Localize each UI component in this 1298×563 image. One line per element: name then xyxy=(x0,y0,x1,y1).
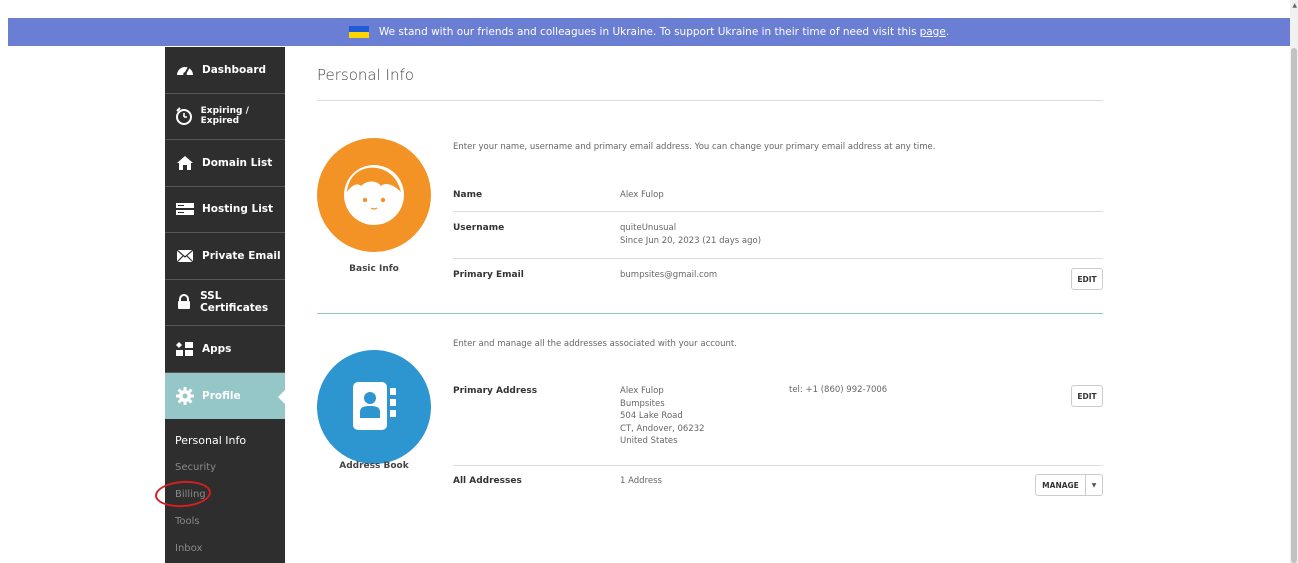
banner-end: . xyxy=(945,26,950,38)
gauge-icon xyxy=(174,61,196,79)
lock-icon xyxy=(174,293,194,311)
sidebar-item-expiring[interactable]: Expiring / Expired xyxy=(165,94,285,140)
all-addresses-row: All Addresses 1 Address MANAGE ▼ xyxy=(453,466,1103,506)
basic-info-description: Enter your name, username and primary em… xyxy=(453,142,936,152)
server-icon xyxy=(174,200,196,218)
sidebar-item-domain-list[interactable]: Domain List xyxy=(165,140,285,187)
primary-email-label: Primary Email xyxy=(453,270,524,280)
edit-address-button[interactable]: EDIT xyxy=(1071,385,1103,407)
edit-basic-info-button[interactable]: EDIT xyxy=(1071,268,1103,290)
scroll-up-icon[interactable]: ▲ xyxy=(1292,2,1297,9)
profile-subnav: Personal Info Security Billing Tools Inb… xyxy=(165,419,285,562)
address-line: 504 Lake Road xyxy=(620,411,683,421)
sidebar-item-label: Expiring / Expired xyxy=(200,106,249,127)
manage-addresses-button[interactable]: MANAGE xyxy=(1036,475,1086,495)
chevron-down-icon[interactable]: ▼ xyxy=(1086,475,1102,495)
sidebar: Dashboard Expiring / Expired Domain List… xyxy=(165,47,286,563)
sidebar-item-hosting-list[interactable]: Hosting List xyxy=(165,187,285,233)
address-book-description: Enter and manage all the addresses assoc… xyxy=(453,339,737,349)
primary-address-label: Primary Address xyxy=(453,386,538,396)
name-row: Name Alex Fulop xyxy=(453,183,1103,212)
timer-icon xyxy=(174,107,195,126)
primary-address-phone: tel: +1 (860) 992-7006 xyxy=(789,385,888,395)
name-value: Alex Fulop xyxy=(620,190,664,200)
username-text: quiteUnusual xyxy=(620,223,677,233)
address-line: Alex Fulop xyxy=(620,386,664,396)
house-icon xyxy=(174,154,196,172)
address-line: Bumpsites xyxy=(620,398,665,409)
sidebar-item-label: Dashboard xyxy=(202,63,267,76)
address-book-avatar xyxy=(317,350,431,464)
address-book-icon xyxy=(353,382,396,430)
basic-info-label: Basic Info xyxy=(349,264,399,274)
address-book-section: Address Book Enter and manage all the ad… xyxy=(317,314,1103,514)
gear-icon xyxy=(174,386,196,405)
face-icon xyxy=(344,165,404,225)
sidebar-item-label: Domain List xyxy=(202,156,273,169)
manage-addresses-button-group: MANAGE ▼ xyxy=(1035,474,1103,496)
primary-email-value: bumpsites@gmail.com xyxy=(620,270,718,280)
sidebar-item-label: SSL Certificates xyxy=(200,290,269,315)
sidebar-item-apps[interactable]: Apps xyxy=(165,326,285,373)
banner-text: We stand with our friends and colleagues… xyxy=(378,26,917,38)
primary-address-value: Alex Fulop Bumpsites 504 Lake Road CT, A… xyxy=(620,385,705,448)
address-line: CT, Andover, 06232 xyxy=(620,423,705,434)
apps-icon xyxy=(174,340,196,358)
all-addresses-value: 1 Address xyxy=(620,476,662,486)
envelope-icon xyxy=(174,247,196,265)
page-title: Personal Info xyxy=(317,66,414,84)
sidebar-item-label: Private Email xyxy=(202,249,281,262)
ukraine-banner: We stand with our friends and colleagues… xyxy=(8,18,1290,46)
username-row: Username quiteUnusual Since Jun 20, 2023… xyxy=(453,212,1103,259)
sidebar-item-label: Profile xyxy=(202,389,241,402)
all-addresses-label: All Addresses xyxy=(453,476,522,486)
sidebar-item-dashboard[interactable]: Dashboard xyxy=(165,47,285,94)
username-value: quiteUnusual Since Jun 20, 2023 (21 days… xyxy=(620,222,761,247)
subnav-security[interactable]: Security xyxy=(165,454,285,481)
sidebar-item-private-email[interactable]: Private Email xyxy=(165,233,285,280)
subnav-billing[interactable]: Billing xyxy=(165,481,285,508)
username-label: Username xyxy=(453,223,505,233)
primary-address-row: Primary Address Alex Fulop Bumpsites 504… xyxy=(453,380,1103,466)
sidebar-item-label: Hosting List xyxy=(202,203,274,216)
sidebar-item-label: Apps xyxy=(202,342,232,355)
primary-email-row: Primary Email bumpsites@gmail.com EDIT xyxy=(453,259,1103,313)
ukraine-flag-icon xyxy=(348,26,369,38)
subnav-tools[interactable]: Tools xyxy=(165,508,285,535)
sidebar-item-profile[interactable]: Profile xyxy=(165,372,286,419)
basic-info-section: Basic Info Enter your name, username and… xyxy=(317,101,1103,313)
app-root: ▲ We stand with our friends and colleagu… xyxy=(0,0,1298,563)
banner-link[interactable]: page xyxy=(920,26,946,38)
basic-info-avatar xyxy=(317,138,431,252)
scrollbar-thumb[interactable] xyxy=(1291,48,1297,563)
sidebar-item-ssl[interactable]: SSL Certificates xyxy=(165,280,285,326)
name-label: Name xyxy=(453,190,483,200)
address-book-label: Address Book xyxy=(339,461,409,471)
address-line: United States xyxy=(620,436,678,446)
subnav-inbox[interactable]: Inbox xyxy=(165,535,285,562)
username-since: Since Jun 20, 2023 (21 days ago) xyxy=(620,235,762,246)
scrollbar[interactable]: ▲ xyxy=(1290,0,1298,563)
subnav-personal-info[interactable]: Personal Info xyxy=(165,427,285,454)
